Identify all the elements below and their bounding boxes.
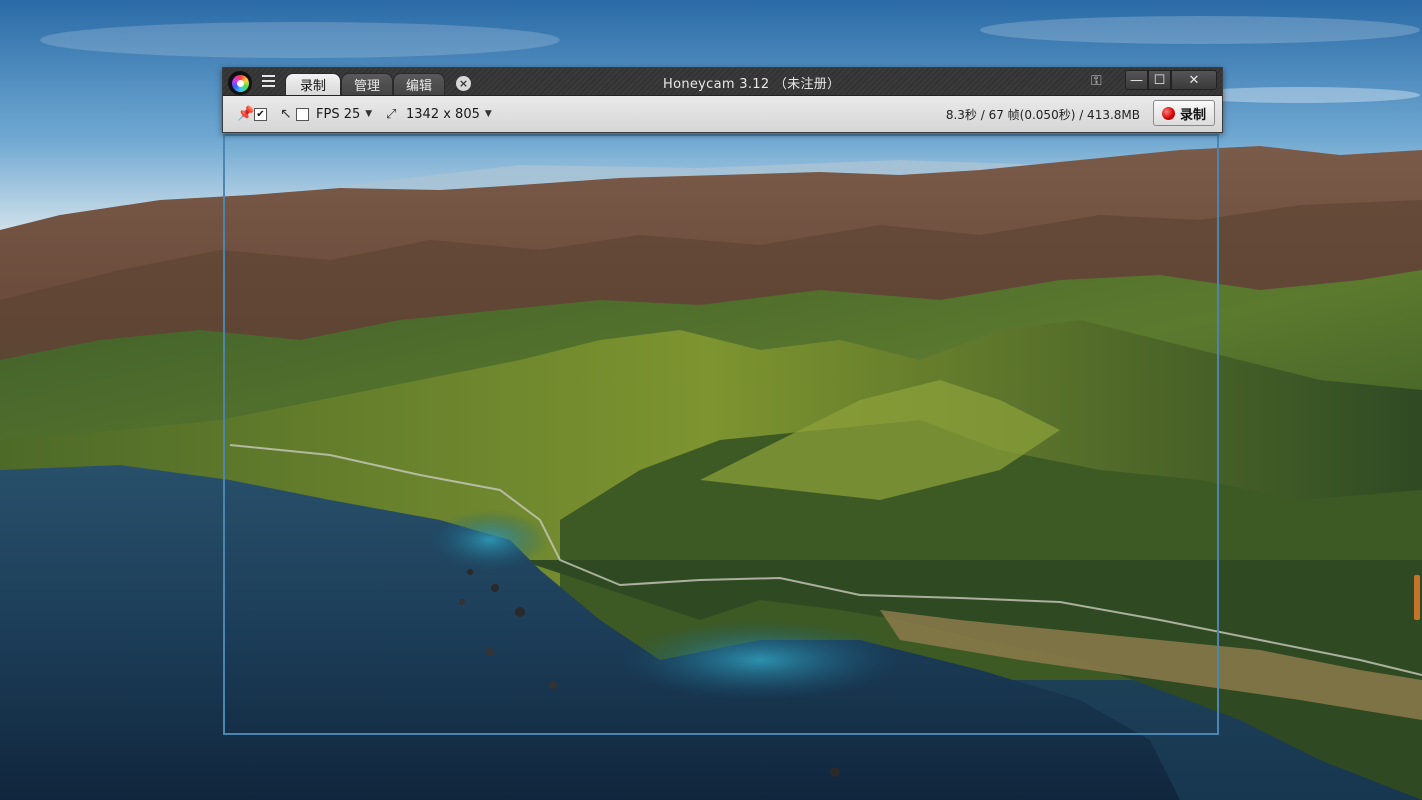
fps-value: FPS 25 bbox=[316, 106, 361, 122]
chevron-down-icon: ▼ bbox=[365, 109, 373, 119]
record-dot-icon bbox=[1161, 106, 1175, 120]
close-window-button[interactable]: ✕ bbox=[1171, 70, 1217, 90]
window-title: Honeycam 3.12 （未注册） bbox=[663, 77, 841, 92]
title-bar[interactable]: 录制 管理 编辑 × Honeycam 3.12 （未注册） ⚿ — ☐ ✕ bbox=[223, 68, 1222, 96]
size-dropdown[interactable]: 1342 x 805 ▼ bbox=[406, 96, 492, 132]
minimize-button[interactable]: — bbox=[1125, 70, 1148, 90]
mouse-cursor-icon: ↖ bbox=[280, 106, 292, 122]
tab-manage[interactable]: 管理 bbox=[341, 73, 393, 95]
pin-checkbox-box[interactable]: ✔ bbox=[254, 107, 267, 121]
pin-icon: 📌 bbox=[237, 106, 255, 122]
tab-record[interactable]: 录制 bbox=[285, 73, 341, 95]
pin-checkbox[interactable]: ✔ bbox=[254, 96, 267, 132]
maximize-button[interactable]: ☐ bbox=[1148, 70, 1171, 90]
record-button-label: 录制 bbox=[1179, 107, 1206, 123]
honeycam-window: 录制 管理 编辑 × Honeycam 3.12 （未注册） ⚿ — ☐ ✕ 📌… bbox=[222, 67, 1223, 133]
tab-edit[interactable]: 编辑 bbox=[393, 73, 445, 95]
edge-scroll-handle[interactable] bbox=[1414, 575, 1420, 620]
hamburger-menu-icon[interactable] bbox=[262, 75, 275, 87]
honeycam-logo-icon[interactable] bbox=[228, 71, 252, 95]
capture-area-frame[interactable] bbox=[223, 134, 1219, 735]
desktop-wallpaper: 录制 管理 编辑 × Honeycam 3.12 （未注册） ⚿ — ☐ ✕ 📌… bbox=[0, 0, 1422, 800]
fps-dropdown[interactable]: FPS 25 ▼ bbox=[316, 96, 372, 132]
resize-icon: ⤢ bbox=[386, 106, 397, 122]
record-toolbar: 📌 ✔ ↖ FPS 25 ▼ ⤢ 1342 x 805 ▼ 8.3秒 / 67 … bbox=[223, 96, 1222, 132]
recording-stats: 8.3秒 / 67 帧(0.050秒) / 413.8MB bbox=[945, 107, 1140, 122]
record-button[interactable]: 录制 bbox=[1153, 100, 1215, 126]
tab-close-icon[interactable]: × bbox=[456, 76, 471, 91]
cursor-checkbox[interactable] bbox=[296, 96, 309, 132]
size-value: 1342 x 805 bbox=[406, 106, 480, 122]
key-icon[interactable]: ⚿ bbox=[1091, 73, 1102, 89]
cursor-checkbox-box[interactable] bbox=[296, 107, 309, 121]
chevron-down-icon: ▼ bbox=[484, 109, 492, 119]
